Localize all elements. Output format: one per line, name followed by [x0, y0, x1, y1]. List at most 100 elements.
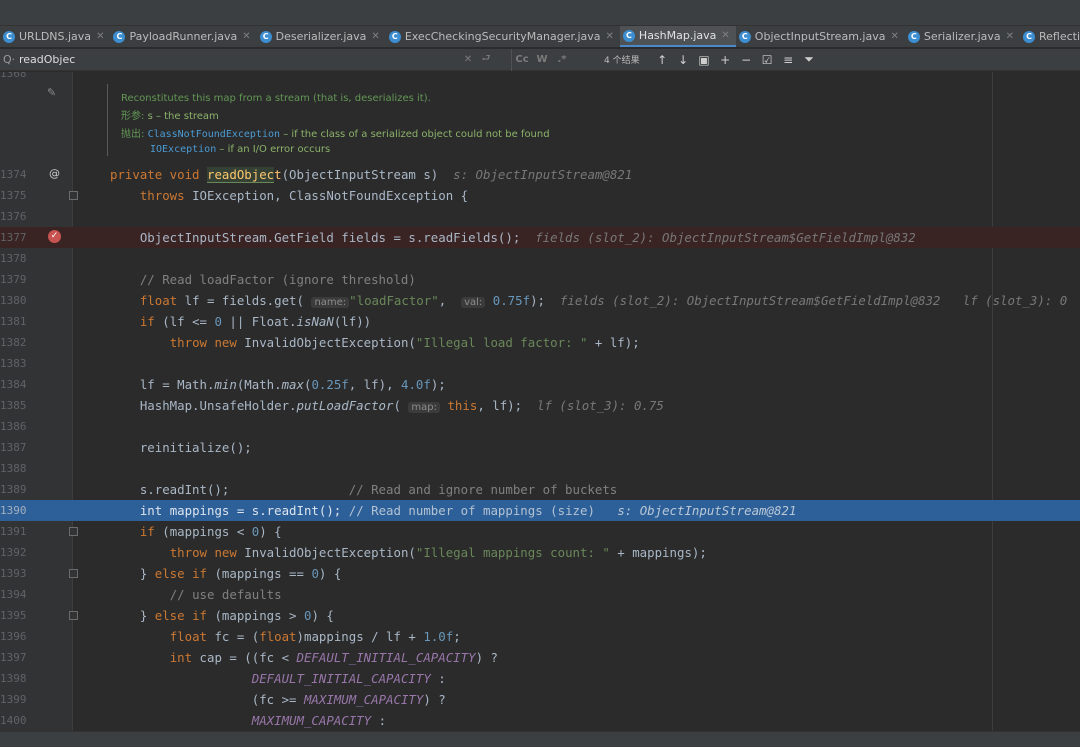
- tab-label: Reflections.java: [1039, 30, 1080, 43]
- search-icon[interactable]: Q·: [3, 53, 19, 66]
- tab-label: Deserializer.java: [275, 30, 367, 43]
- tab-label: ObjectInputStream.java: [754, 30, 886, 43]
- line-number: 1377: [0, 231, 27, 244]
- code-line[interactable]: 1381 if (lf <= 0 || Float.isNaN(lf)): [0, 311, 1080, 332]
- javadoc-param-desc: – the stream: [152, 111, 219, 122]
- tab-serializer[interactable]: C Serializer.java ✕: [905, 26, 1020, 47]
- remove-occurrence-icon[interactable]: −: [736, 53, 757, 67]
- close-icon[interactable]: ✕: [96, 31, 104, 42]
- class-icon: C: [259, 30, 272, 43]
- editor-tab-bar: C URLDNS.java ✕ C PayloadRunner.java ✕ C Dese…: [0, 26, 1080, 48]
- javadoc-param-label: 形参:: [121, 111, 145, 122]
- code-line-breakpoint[interactable]: 1377 ✓ ObjectInputStream.GetField fields…: [0, 227, 1080, 248]
- code-line[interactable]: 1394 // use defaults: [0, 584, 1080, 605]
- breakpoint-icon[interactable]: ✓: [48, 230, 61, 243]
- fold-marker-icon[interactable]: [69, 191, 78, 200]
- class-icon: C: [738, 30, 751, 43]
- line-number: 1368: [0, 72, 27, 80]
- close-icon[interactable]: ✕: [371, 31, 379, 42]
- code-line[interactable]: 1378: [0, 248, 1080, 269]
- tab-hashmap[interactable]: C HashMap.java ✕: [619, 26, 736, 47]
- rendered-javadoc: Reconstitutes this map from a stream (th…: [121, 90, 550, 159]
- code-line[interactable]: 1380 float lf = fields.get( name: "loadFa…: [0, 290, 1080, 311]
- code-line[interactable]: 1379 // Read loadFactor (ignore threshol…: [0, 269, 1080, 290]
- tab-reflections[interactable]: CReflections.java✕: [1020, 26, 1080, 47]
- javadoc-summary: Reconstitutes this map from a stream (th…: [121, 93, 431, 104]
- code-line[interactable]: 1376: [0, 206, 1080, 227]
- close-icon[interactable]: ✕: [242, 31, 250, 42]
- find-input[interactable]: [19, 53, 459, 66]
- code-line[interactable]: 1384 lf = Math.min(Math.max(0.25f, lf), …: [0, 374, 1080, 395]
- class-icon: C: [907, 30, 920, 43]
- code-line[interactable]: 1389 s.readInt(); // Read and ignore num…: [0, 479, 1080, 500]
- code-line[interactable]: 1375 throws IOException, ClassNotFoundEx…: [0, 185, 1080, 206]
- tab-label: HashMap.java: [638, 29, 717, 42]
- tab-label: ExecCheckingSecurityManager.java: [404, 30, 601, 43]
- javadoc-throws-link[interactable]: IOException: [150, 144, 216, 155]
- find-result-count: 4 个结果: [604, 56, 640, 66]
- override-marker-icon[interactable]: @: [49, 167, 60, 180]
- close-icon[interactable]: ✕: [606, 31, 614, 42]
- tab-label: Serializer.java: [923, 30, 1001, 43]
- find-field: Q· ✕ ⮐: [0, 48, 512, 71]
- tab-payloadrunner[interactable]: C PayloadRunner.java ✕: [110, 26, 256, 47]
- add-occurrence-icon[interactable]: +: [715, 53, 736, 67]
- words-toggle[interactable]: W: [532, 54, 552, 65]
- class-icon: C: [622, 29, 635, 42]
- class-icon: C: [1023, 30, 1036, 43]
- new-line-icon[interactable]: ⮐: [477, 51, 495, 68]
- tab-deserializer[interactable]: C Deserializer.java ✕: [257, 26, 386, 47]
- title-strip: [0, 0, 1080, 26]
- code-editor[interactable]: 1368 ✎ Reconstitutes this map from a str…: [0, 72, 1080, 731]
- tab-label: PayloadRunner.java: [129, 30, 238, 43]
- regex-toggle[interactable]: .*: [552, 54, 572, 65]
- clear-icon[interactable]: ✕: [459, 54, 477, 65]
- code-line[interactable]: 1383: [0, 353, 1080, 374]
- code-line[interactable]: 1374 @ private void readObject(ObjectInp…: [0, 164, 1080, 185]
- edit-doc-icon[interactable]: ✎: [47, 86, 56, 99]
- code-line[interactable]: 1396 float fc = (float)mappings / lf + 1…: [0, 626, 1080, 647]
- select-occurrences-icon[interactable]: ☑: [757, 53, 778, 67]
- code-line[interactable]: 1387 reinitialize();: [0, 437, 1080, 458]
- class-icon: C: [388, 30, 401, 43]
- javadoc-rule: [107, 84, 108, 156]
- tab-objectinputstream[interactable]: C ObjectInputStream.java ✕: [736, 26, 905, 47]
- line-number: 1390: [0, 504, 27, 517]
- tab-execcheckingsecuritymanager[interactable]: C ExecCheckingSecurityManager.java ✕: [386, 26, 620, 47]
- javadoc-throws-desc: – if an I/O error occurs: [216, 144, 331, 155]
- code-line[interactable]: 1395 } else if (mappings > 0) {: [0, 605, 1080, 626]
- fold-marker-icon[interactable]: [69, 569, 78, 578]
- select-all-occurrences-icon[interactable]: ▣: [694, 53, 715, 67]
- match-case-toggle[interactable]: Cc: [512, 54, 532, 65]
- code-line[interactable]: 1397 int cap = ((fc < DEFAULT_INITIAL_CA…: [0, 647, 1080, 668]
- code-line[interactable]: 1386: [0, 416, 1080, 437]
- fold-marker-icon[interactable]: [69, 611, 78, 620]
- close-icon[interactable]: ✕: [890, 31, 898, 42]
- current-execution-line[interactable]: 1390 int mappings = s.readInt(); // Read…: [0, 500, 1080, 521]
- filter-icon[interactable]: ⏷: [799, 52, 820, 67]
- code-line[interactable]: 1385 HashMap.UnsafeHolder.putLoadFactor(…: [0, 395, 1080, 416]
- code-line[interactable]: 1391 if (mappings < 0) {: [0, 521, 1080, 542]
- javadoc-throws-label: 抛出:: [121, 129, 145, 140]
- fold-marker-icon[interactable]: [69, 527, 78, 536]
- code-line[interactable]: 1388: [0, 458, 1080, 479]
- code-line[interactable]: 1392 throw new InvalidObjectException("I…: [0, 542, 1080, 563]
- tab-urldns[interactable]: C URLDNS.java ✕: [0, 26, 110, 47]
- next-occurrence-icon[interactable]: ↓: [673, 53, 694, 67]
- open-in-window-icon[interactable]: ≡: [778, 53, 799, 67]
- code-line[interactable]: 1393 } else if (mappings == 0) {: [0, 563, 1080, 584]
- class-icon: C: [3, 30, 15, 43]
- find-bar: Q· ✕ ⮐ Cc W .* 4 个结果 ↑ ↓ ▣ + − ☑ ≡ ⏷: [0, 48, 1080, 71]
- code-line[interactable]: 1399 (fc >= MAXIMUM_CAPACITY) ?: [0, 689, 1080, 710]
- previous-occurrence-icon[interactable]: ↑: [652, 53, 673, 67]
- class-icon: C: [113, 30, 126, 43]
- code-line[interactable]: 1398 DEFAULT_INITIAL_CAPACITY :: [0, 668, 1080, 689]
- javadoc-throws-desc: – if the class of a serialized object co…: [280, 129, 550, 140]
- close-icon[interactable]: ✕: [721, 30, 729, 41]
- tab-label: URLDNS.java: [19, 30, 92, 43]
- javadoc-throws-link[interactable]: ClassNotFoundException: [148, 129, 280, 140]
- close-icon[interactable]: ✕: [1006, 31, 1014, 42]
- code-line[interactable]: 1382 throw new InvalidObjectException("I…: [0, 332, 1080, 353]
- code-line[interactable]: 1400 MAXIMUM_CAPACITY :: [0, 710, 1080, 731]
- status-strip: [0, 731, 1080, 747]
